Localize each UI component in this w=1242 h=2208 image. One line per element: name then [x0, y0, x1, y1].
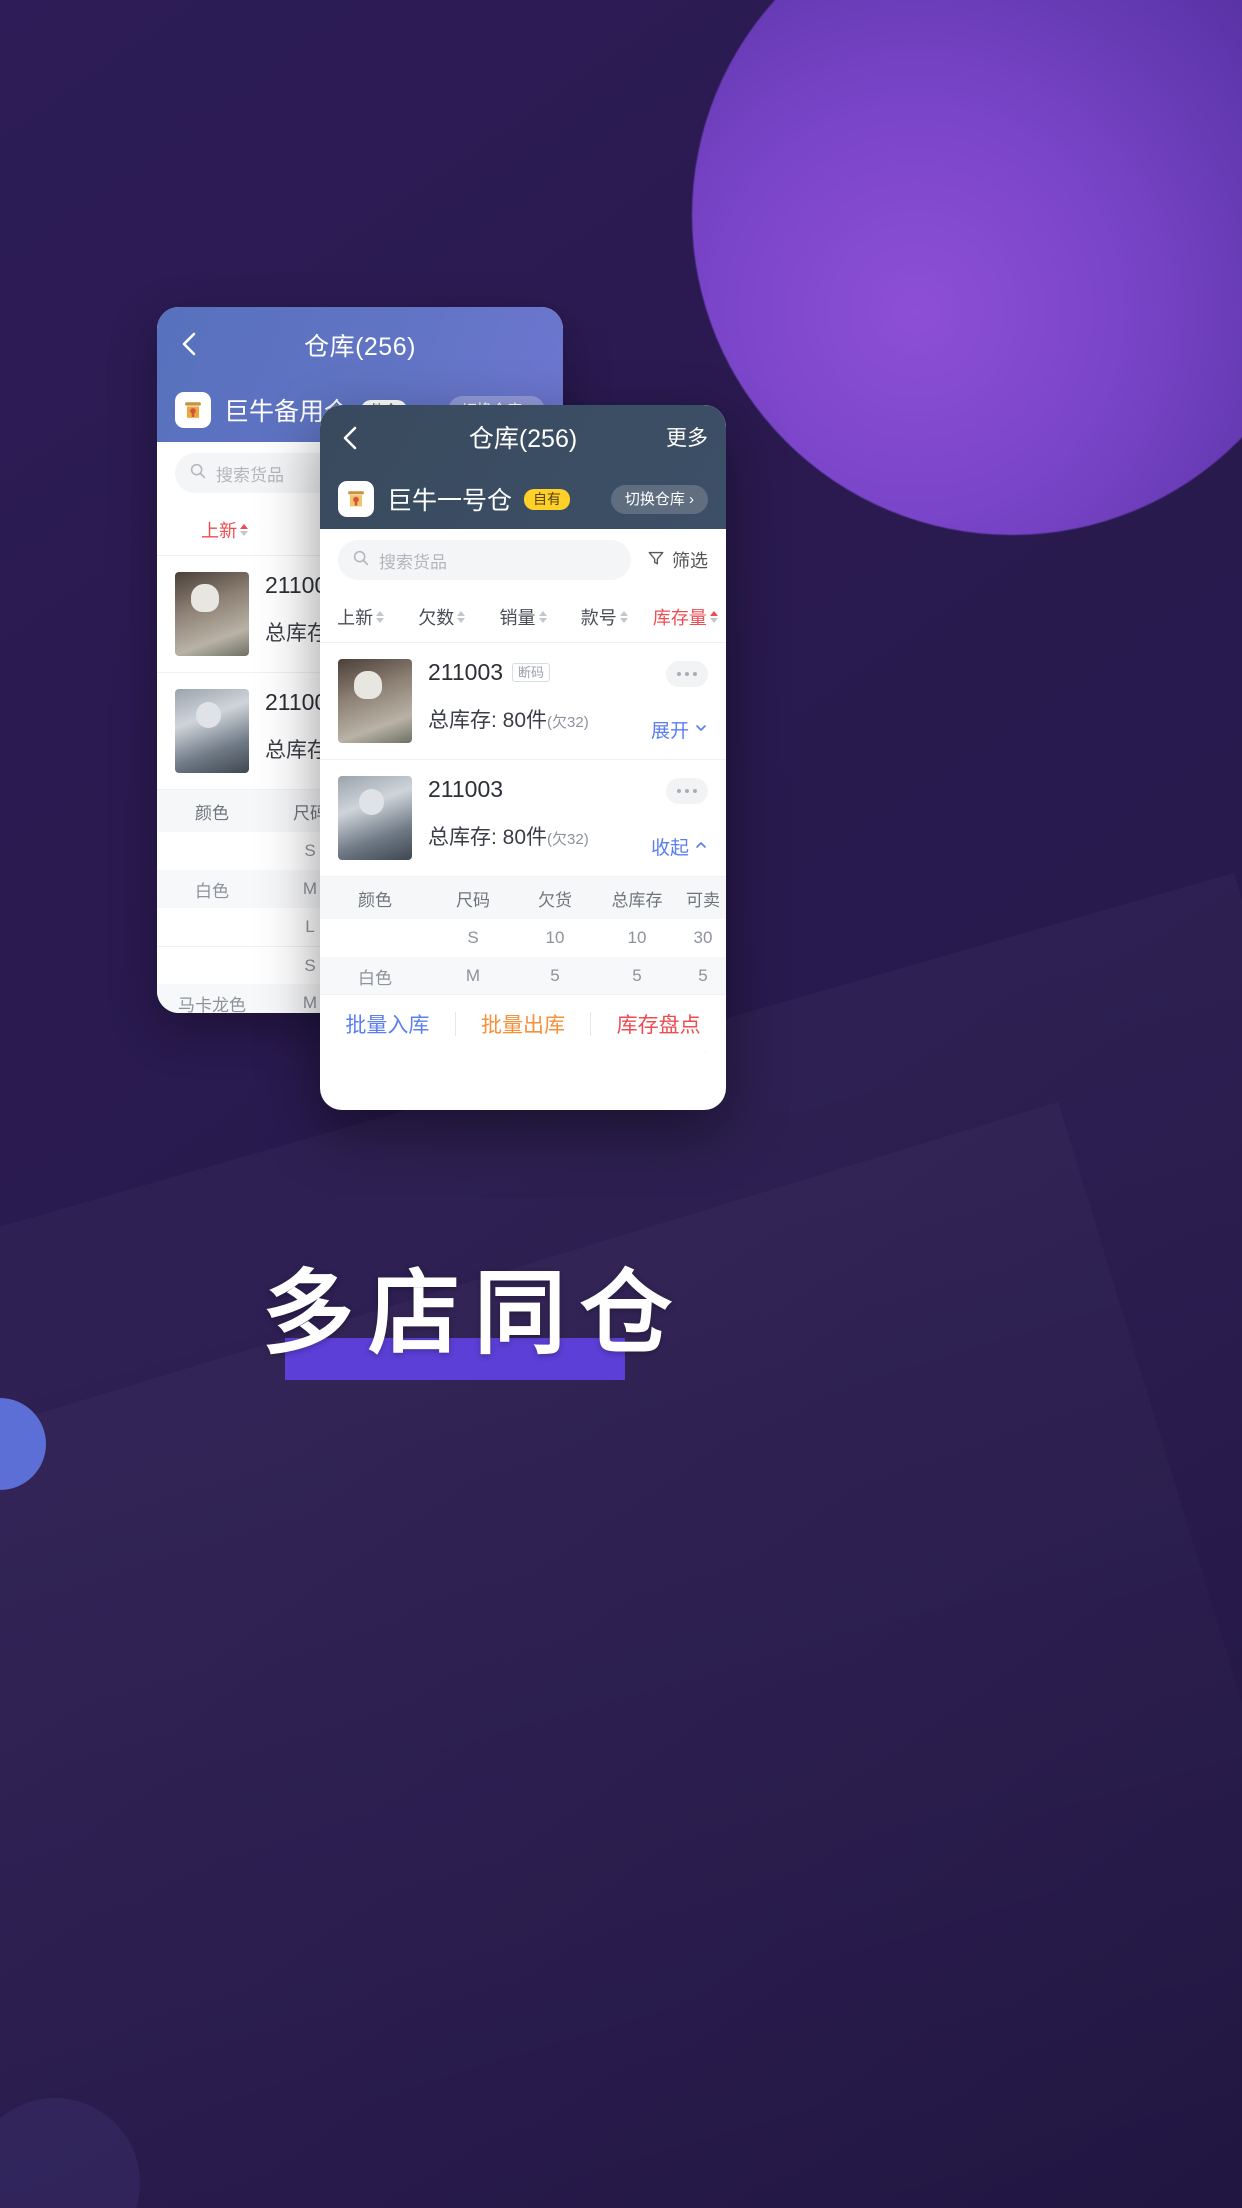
product-code-text: 211003: [428, 776, 504, 802]
filter-icon: [647, 549, 665, 572]
front-sort-item-3[interactable]: 款号: [564, 604, 645, 630]
size-cell: M: [465, 966, 481, 985]
back-card-title: 仓库(256): [304, 333, 416, 361]
front-search-input[interactable]: 搜索货品: [338, 540, 631, 580]
product-tag-broken-size: 断码: [512, 663, 551, 682]
color-cell: 白色: [358, 968, 392, 988]
front-card-header: 仓库(256) 更多 巨牛一号仓 自有 切换仓库 ›: [320, 405, 726, 529]
search-icon: [189, 462, 207, 485]
chevron-right-icon: ›: [689, 490, 694, 508]
front-switch-warehouse-button[interactable]: 切换仓库 ›: [610, 484, 708, 514]
stock-main: 总库存: 80件: [428, 709, 548, 732]
product-thumbnail: [175, 689, 249, 773]
front-product-row-1[interactable]: 211003 总库存: 80件(欠32) 收起: [320, 760, 726, 877]
available-cell: 5: [698, 966, 708, 985]
front-sort-label-0: 上新: [337, 607, 374, 628]
product-info: 211003 断码 总库存: 80件(欠32) 展开: [428, 659, 708, 743]
front-warehouse-badge: 自有: [524, 488, 571, 510]
stock-sub: (欠32): [547, 714, 589, 731]
back-search-placeholder: 搜索货品: [216, 465, 284, 485]
front-expand-toggle-0[interactable]: 展开: [651, 716, 708, 743]
front-warehouse-name: 巨牛一号仓: [387, 487, 513, 515]
th-available: 可卖: [686, 890, 720, 910]
promo-headline: 多店同仓: [262, 1260, 687, 1367]
owe-cell: 10: [545, 928, 565, 947]
front-detail-table-header: 颜色 尺码 欠货 总库存 可卖: [320, 877, 726, 919]
sort-caret-icon: [619, 610, 628, 623]
product-info: 211003 总库存: 80件(欠32) 收起: [428, 776, 708, 860]
filter-button[interactable]: 筛选: [647, 547, 708, 573]
th-color: 颜色: [358, 890, 392, 910]
front-collapse-toggle-1[interactable]: 收起: [651, 833, 708, 860]
batch-inbound-button[interactable]: 批量入库: [320, 1009, 455, 1039]
batch-outbound-button[interactable]: 批量出库: [456, 1009, 591, 1039]
available-cell: 30: [693, 928, 713, 947]
sort-caret-icon: [457, 610, 466, 623]
front-sort-label-2: 销量: [499, 607, 536, 628]
front-card-footer-actions: 批量入库 批量出库 库存盘点: [320, 994, 726, 1052]
ellipsis-icon[interactable]: [666, 778, 708, 804]
product-thumbnail: [175, 572, 249, 656]
front-sort-item-0[interactable]: 上新: [320, 604, 401, 630]
front-sort-item-4[interactable]: 库存量: [645, 604, 726, 630]
total-cell: 5: [632, 966, 642, 985]
front-card-search-row: 搜索货品 筛选: [320, 529, 726, 591]
ellipsis-icon[interactable]: [666, 661, 708, 687]
front-card-sort-row: 上新 欠数 销量 款号 库存量: [320, 591, 726, 643]
front-collapse-label-1: 收起: [650, 838, 689, 859]
th-total: 总库存: [611, 890, 663, 910]
front-detail-row-0: S 10 10 30: [320, 919, 726, 957]
stock-main: 总库存: 80件: [428, 826, 548, 849]
warehouse-avatar-icon: [338, 481, 374, 517]
stock-sub: (欠32): [547, 831, 589, 848]
front-card-warehouse-row: 巨牛一号仓 自有 切换仓库 ›: [320, 471, 726, 527]
more-button[interactable]: 更多: [666, 422, 708, 452]
product-thumbnail: [338, 659, 412, 743]
search-icon: [352, 549, 370, 572]
front-phone-card: 仓库(256) 更多 巨牛一号仓 自有 切换仓库 › 搜索货品 筛选 上新 欠数…: [320, 405, 726, 1110]
front-detail-row-1: 白色 M 5 5 5: [320, 957, 726, 995]
front-product-row-0[interactable]: 211003 断码 总库存: 80件(欠32) 展开: [320, 643, 726, 760]
promo-title-block: 多店同仓: [262, 1260, 687, 1380]
front-switch-warehouse-label: 切换仓库: [624, 490, 685, 508]
back-sort-item-0[interactable]: 上新: [157, 517, 292, 543]
stock-count-button[interactable]: 库存盘点: [591, 1009, 726, 1039]
front-sort-label-1: 欠数: [418, 607, 455, 628]
th-owe: 欠货: [538, 890, 572, 910]
front-sort-item-1[interactable]: 欠数: [401, 604, 482, 630]
front-sort-label-4: 库存量: [652, 607, 707, 628]
product-code-text: 211003: [428, 659, 504, 685]
sort-caret-icon: [709, 610, 718, 623]
color-cell: 马卡龙色: [178, 995, 246, 1014]
total-cell: 10: [627, 928, 647, 947]
size-cell: S: [467, 928, 479, 947]
owe-cell: 5: [550, 966, 560, 985]
front-card-navbar: 仓库(256) 更多: [320, 405, 726, 471]
chevron-down-icon: [694, 719, 708, 741]
product-thumbnail: [338, 776, 412, 860]
sort-caret-icon: [538, 610, 547, 623]
front-search-placeholder: 搜索货品: [379, 552, 447, 572]
filter-label: 筛选: [672, 551, 708, 571]
warehouse-avatar-icon: [175, 392, 211, 428]
back-sort-label-0: 上新: [201, 520, 238, 541]
front-expand-label-0: 展开: [650, 721, 689, 742]
front-card-body: 搜索货品 筛选 上新 欠数 销量 款号 库存量 211003 断码 总库存: 8…: [320, 529, 726, 1052]
th-size: 尺码: [456, 890, 490, 910]
chevron-up-icon: [694, 836, 708, 858]
front-sort-item-2[interactable]: 销量: [482, 604, 563, 630]
back-card-navbar: 仓库(256): [157, 307, 563, 381]
front-sort-label-3: 款号: [580, 607, 617, 628]
color-cell: 白色: [195, 881, 229, 901]
decorative-circle-top-right: [692, 0, 1242, 535]
sort-caret-icon: [376, 610, 385, 623]
back-th-color: 颜色: [195, 803, 229, 823]
sort-caret-icon: [240, 523, 249, 536]
